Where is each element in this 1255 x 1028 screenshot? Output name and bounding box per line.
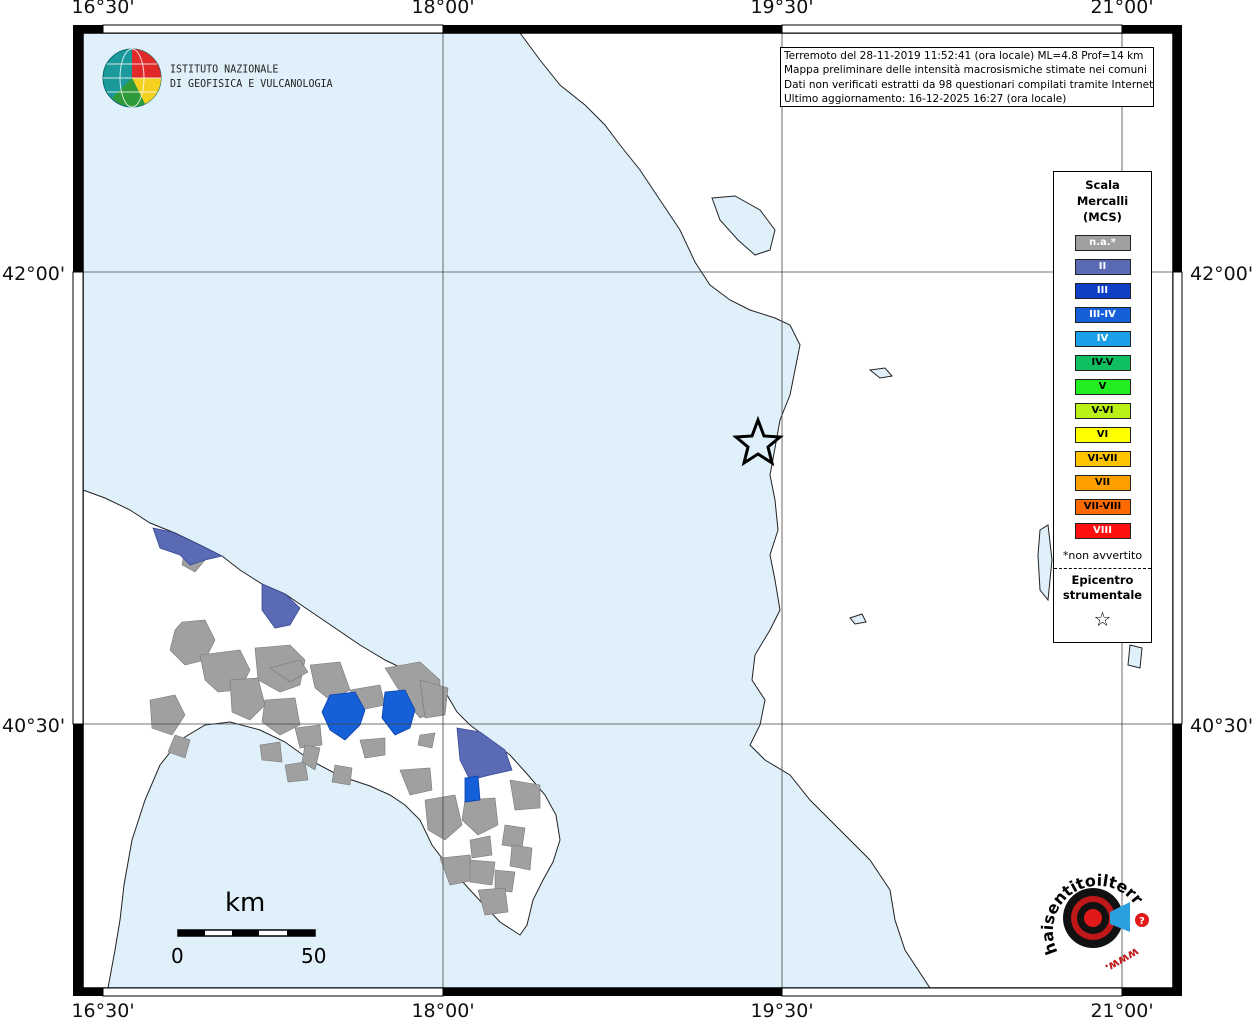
lat-label-right-1: 42°00' — [1190, 263, 1254, 285]
legend-swatch-iv: IV — [1074, 331, 1131, 347]
info-line-updated: Ultimo aggiornamento: 16-12-2025 16:27 (… — [784, 93, 1067, 106]
lake-prespa — [1127, 644, 1143, 669]
lat-label-2: 40°30' — [2, 715, 66, 737]
legend-epicenter-label: Epicentro strumentale — [1062, 573, 1143, 602]
legend-swatch-n-a: n.a.* — [1074, 235, 1131, 251]
info-line-description: Mappa preliminare delle intensità macros… — [784, 64, 1147, 77]
lat-label-1: 42°00' — [2, 263, 66, 285]
lon-label-3: 19°30' — [750, 0, 814, 18]
ingv-logo-text: ISTITUTO NAZIONALE DI GEOFISICA E VULCAN… — [170, 63, 333, 91]
legend-star-icon: ☆ — [1093, 607, 1112, 631]
legend-swatch-vi-vii: VI-VII — [1074, 451, 1131, 467]
legend-swatch-v: V — [1074, 379, 1131, 395]
legend-swatch-vi: VI — [1074, 427, 1131, 443]
lon-label-bottom-3: 19°30' — [750, 1000, 814, 1022]
earthquake-info-box: Terremoto del 28-11-2019 11:52:41 (ora l… — [780, 47, 1154, 107]
lon-label-2: 18°00' — [411, 0, 475, 18]
scale-bar-end: 50 — [301, 944, 327, 968]
lon-label-bottom-2: 18°00' — [411, 1000, 475, 1022]
legend-items: n.a.* II III III-IV IV IV-V V V-VI VI VI-VII VII VI… — [1054, 235, 1151, 539]
legend-swatch-vii: VII — [1074, 475, 1131, 491]
scale-bar-unit: km — [225, 888, 266, 918]
lat-label-right-2: 40°30' — [1190, 715, 1254, 737]
lon-label-1: 16°30' — [71, 0, 135, 18]
lon-label-4: 21°00' — [1090, 0, 1154, 18]
lon-label-bottom-1: 16°30' — [71, 1000, 135, 1022]
haisentito-logo: haisentitoilterremoto.it ? www. — [1030, 860, 1149, 976]
legend-swatch-iii: III — [1074, 283, 1131, 299]
scale-bar — [177, 929, 316, 937]
legend-swatch-vii-viii: VII-VIII — [1074, 499, 1131, 515]
legend-swatch-ii: II — [1074, 259, 1131, 275]
legend-swatch-v-vi: V-VI — [1074, 403, 1131, 419]
info-line-source: Dati non verificati estratti da 98 quest… — [784, 78, 1154, 91]
legend-title: Scala Mercalli (MCS) — [1076, 178, 1129, 224]
lon-label-bottom-4: 21°00' — [1090, 1000, 1154, 1022]
intensity-legend: Scala Mercalli (MCS) n.a.* II III III-IV IV I… — [1053, 171, 1152, 643]
haisentito-www: www. — [1103, 945, 1142, 976]
legend-note: *non avvertito — [1062, 549, 1143, 562]
legend-swatch-iii-iv: III-IV — [1074, 307, 1131, 323]
legend-swatch-viii: VIII — [1074, 523, 1131, 539]
legend-separator — [1054, 568, 1151, 569]
info-line-event: Terremoto del 28-11-2019 11:52:41 (ora l… — [784, 50, 1144, 62]
scale-bar-start: 0 — [171, 944, 184, 968]
svg-text:?: ? — [1139, 916, 1145, 927]
legend-swatch-iv-v: IV-V — [1074, 355, 1131, 371]
